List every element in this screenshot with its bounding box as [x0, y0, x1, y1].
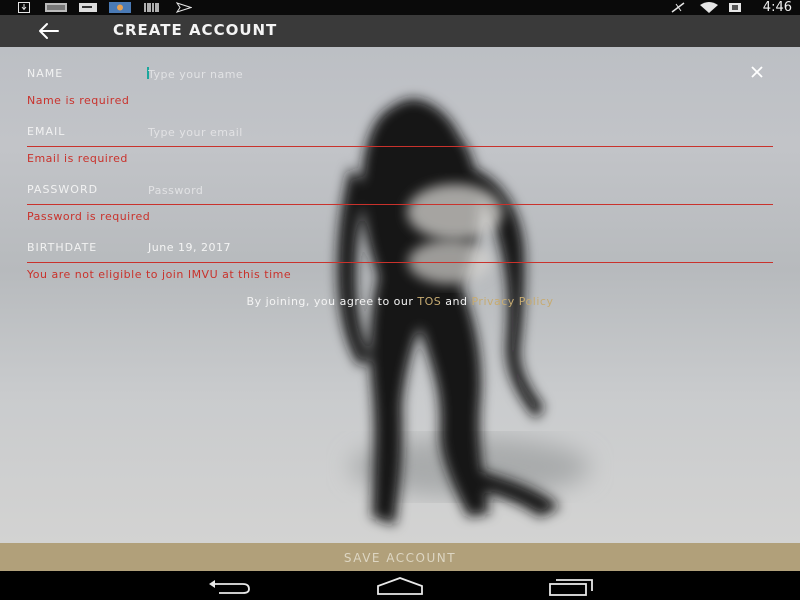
birthdate-field[interactable]: June 19, 2017 [148, 241, 231, 254]
wifi-icon [699, 2, 719, 13]
terms-prefix: By joining, you agree to our [246, 295, 418, 308]
clear-icon[interactable] [749, 64, 765, 80]
recent-apps-icon[interactable] [548, 576, 594, 596]
terms-text: By joining, you agree to our TOS and Pri… [0, 295, 800, 308]
app-bar: CREATE ACCOUNT [0, 15, 800, 47]
back-nav-icon[interactable] [205, 576, 251, 596]
message-icon [79, 2, 97, 13]
password-error: Password is required [27, 210, 151, 223]
save-account-button[interactable]: SAVE ACCOUNT [0, 543, 800, 571]
birthdate-label: BIRTHDATE [27, 241, 98, 254]
barcode-icon [144, 2, 160, 13]
password-input[interactable] [148, 182, 668, 198]
download-icon [18, 2, 30, 13]
status-bar: 4:46 [0, 0, 800, 15]
email-input[interactable] [148, 124, 668, 140]
photo-icon [45, 2, 67, 13]
name-label: NAME [27, 67, 64, 80]
birthdate-underline [27, 262, 773, 263]
page-title: CREATE ACCOUNT [113, 21, 278, 39]
battery-icon [728, 2, 742, 13]
back-arrow-icon[interactable] [36, 20, 62, 42]
password-label: PASSWORD [27, 183, 99, 196]
email-underline [27, 146, 773, 147]
form-area: NAME Name is required EMAIL Email is req… [0, 47, 800, 543]
email-label: EMAIL [27, 125, 66, 138]
password-underline [27, 204, 773, 205]
birthdate-error: You are not eligible to join IMVU at thi… [27, 268, 292, 281]
vibrate-off-icon [670, 2, 686, 13]
name-error: Name is required [27, 94, 130, 107]
name-input[interactable] [148, 66, 668, 82]
send-icon [176, 2, 192, 13]
email-error: Email is required [27, 152, 128, 165]
tos-link[interactable]: TOS [417, 295, 441, 308]
app-icon [109, 2, 131, 13]
terms-and: and [441, 295, 472, 308]
privacy-policy-link[interactable]: Privacy Policy [471, 295, 553, 308]
home-nav-icon[interactable] [376, 576, 424, 596]
navigation-bar [0, 571, 800, 600]
status-time: 4:46 [762, 0, 792, 15]
